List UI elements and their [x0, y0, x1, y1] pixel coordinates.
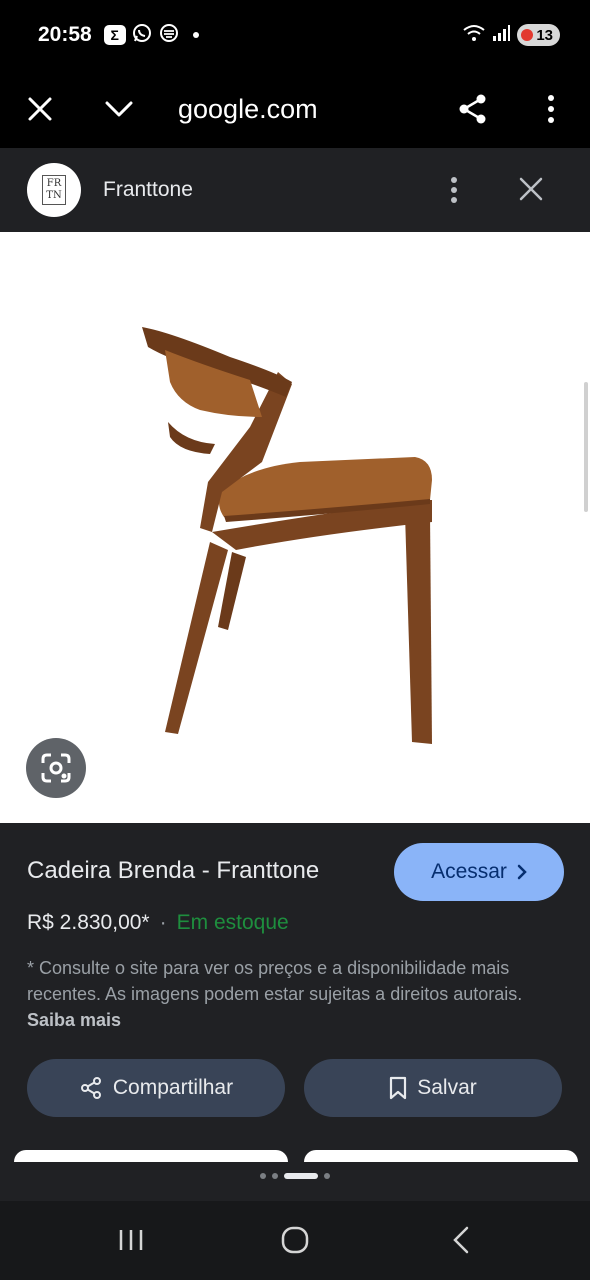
result-panel-header: FR TN Franttone: [0, 148, 590, 232]
battery-indicator: 13: [517, 24, 560, 46]
wifi-icon: [463, 24, 485, 47]
price-disclaimer: * Consulte o site para ver os preços e a…: [27, 955, 567, 1033]
back-button[interactable]: [436, 1217, 486, 1263]
notification-icons: Σ: [103, 22, 199, 49]
visit-site-button[interactable]: Acessar: [394, 843, 564, 901]
whatsapp-icon: [131, 22, 153, 49]
share-page-button[interactable]: [450, 86, 496, 132]
back-icon: [453, 1226, 469, 1254]
page-dot: [272, 1173, 278, 1179]
logo-text-line1: FR: [46, 178, 62, 189]
recents-icon: [119, 1230, 143, 1250]
site-logo[interactable]: FR TN: [27, 163, 81, 217]
share-icon: [80, 1077, 101, 1099]
status-time: 20:58: [38, 23, 92, 46]
product-price: R$ 2.830,00*: [27, 911, 150, 934]
system-icons: 13: [463, 24, 560, 47]
related-card-peek[interactable]: [304, 1150, 578, 1162]
save-button[interactable]: Salvar: [304, 1059, 562, 1117]
minimize-button[interactable]: [96, 86, 142, 132]
recent-apps-button[interactable]: [106, 1217, 156, 1263]
save-label: Salvar: [417, 1076, 477, 1099]
more-vert-icon: [548, 95, 554, 123]
product-info-panel: Cadeira Brenda - Franttone Acessar R$ 2.…: [0, 823, 590, 1201]
chair-image: [142, 327, 432, 744]
browser-toolbar: google.com: [0, 70, 590, 148]
page-dot: [260, 1173, 266, 1179]
panel-menu-button[interactable]: [432, 168, 476, 212]
product-title: Cadeira Brenda - Franttone: [27, 857, 320, 884]
url-display[interactable]: google.com: [178, 70, 318, 148]
system-nav-bar: [0, 1201, 590, 1280]
chevron-right-icon: [517, 864, 527, 880]
more-vert-icon: [451, 177, 457, 203]
google-lens-button[interactable]: [26, 738, 86, 798]
carousel-indicator: [0, 1173, 590, 1179]
signal-icon: [491, 24, 511, 47]
home-icon: [281, 1226, 309, 1254]
related-card-peek[interactable]: [14, 1150, 288, 1162]
logo-mark: FR TN: [42, 175, 66, 205]
panel-close-button[interactable]: [508, 166, 554, 212]
home-button[interactable]: [270, 1217, 320, 1263]
close-tab-button[interactable]: [17, 86, 63, 132]
page-dot: [324, 1173, 330, 1179]
logo-text-line2: TN: [46, 190, 62, 201]
product-image[interactable]: [0, 232, 590, 823]
close-icon: [28, 97, 52, 121]
browser-menu-button[interactable]: [528, 86, 574, 132]
share-icon: [459, 94, 486, 124]
battery-level: 13: [536, 26, 553, 44]
bookmark-icon: [390, 1076, 407, 1100]
learn-more-link[interactable]: Saiba mais: [27, 1010, 121, 1030]
share-button[interactable]: Compartilhar: [27, 1059, 285, 1117]
disclaimer-text: * Consulte o site para ver os preços e a…: [27, 958, 523, 1004]
visit-label: Acessar: [431, 860, 507, 883]
close-icon: [519, 177, 543, 201]
stack-app-icon: [158, 22, 180, 49]
stock-status: Em estoque: [176, 911, 289, 934]
battery-saver-icon: [521, 29, 534, 41]
sigma-app-icon: Σ: [103, 25, 126, 45]
page-dot-active: [284, 1173, 318, 1179]
more-notifications-dot: [192, 32, 199, 38]
lens-icon: [41, 753, 71, 783]
scroll-indicator: [584, 382, 588, 512]
separator-dot: ·: [159, 911, 167, 934]
chevron-down-icon: [105, 101, 133, 117]
site-name[interactable]: Franttone: [103, 148, 193, 232]
status-bar: 20:58 Σ 13: [0, 0, 590, 70]
share-label: Compartilhar: [112, 1076, 234, 1099]
price-row: R$ 2.830,00* · Em estoque: [27, 911, 289, 935]
